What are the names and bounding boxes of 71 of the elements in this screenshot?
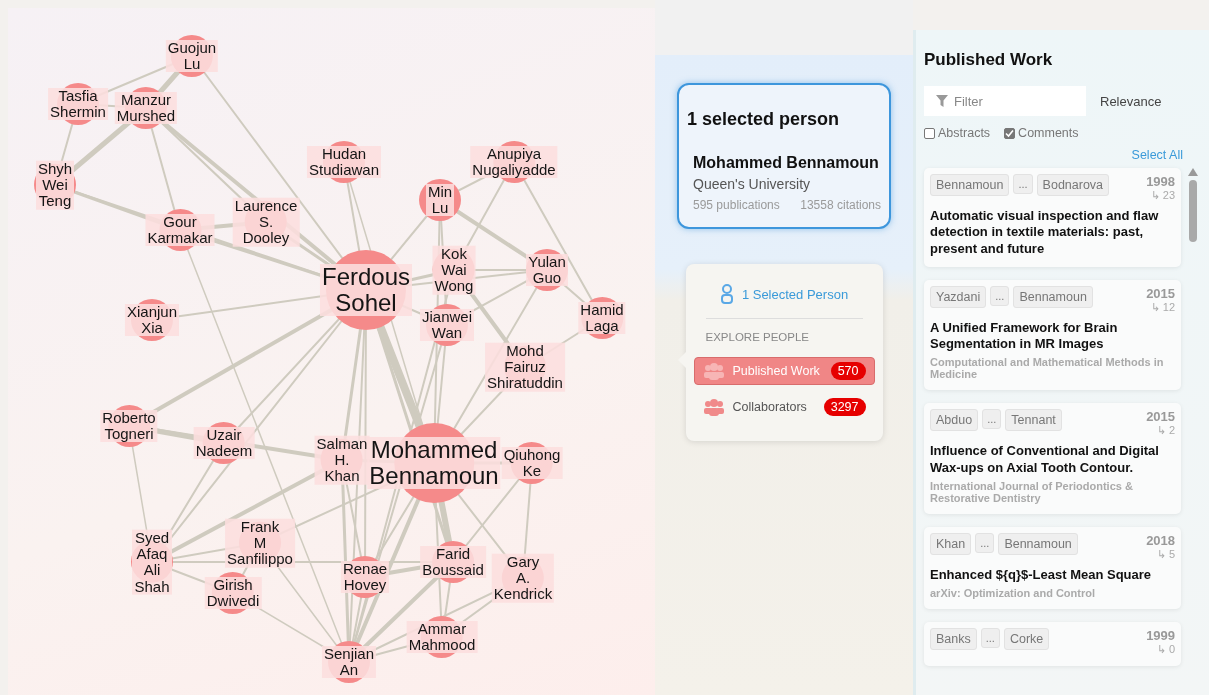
- selection-heading: 1 selected person: [687, 109, 841, 130]
- more-authors-chip[interactable]: ...: [975, 532, 995, 553]
- author-chip[interactable]: Bodnarova: [1036, 174, 1110, 196]
- checkbox[interactable]: [1004, 127, 1016, 139]
- citation-count: ↳ 23: [1150, 189, 1176, 202]
- more-authors-chip[interactable]: ...: [980, 628, 1000, 648]
- paper-card[interactable]: Bennamoun ... Bodnarova 1998 ↳ 23 Automatic visual inspection and flaw detection in textile materials: past, present and future: [924, 168, 1182, 267]
- author-chip[interactable]: Corke: [1003, 628, 1050, 650]
- scroll-up-icon[interactable]: [1188, 168, 1198, 176]
- paper-title: Enhanced ${q}$-Least Mean Square: [930, 566, 1153, 583]
- person-node[interactable]: Kok Wai Wong: [432, 245, 476, 295]
- explore-item[interactable]: Published Work 570: [693, 357, 875, 385]
- publication-count: 595 publications: [693, 198, 780, 212]
- paper-venue: International Journal of Periodontics & Restorative Dentistry: [930, 479, 1134, 504]
- citation-count: ↳ 0: [1156, 643, 1176, 656]
- citation-count: ↳ 2: [1156, 424, 1176, 438]
- person-node[interactable]: Shyh Wei Teng: [34, 160, 76, 210]
- person-node[interactable]: Syed Afaq Ali Shah: [131, 529, 173, 595]
- explore-label: Collaborators: [732, 400, 808, 414]
- person-node[interactable]: Gary A. Kendrick: [491, 553, 555, 603]
- option-label[interactable]: Comments: [1018, 126, 1079, 140]
- author-chip[interactable]: Bennamoun: [998, 532, 1078, 555]
- paper-card[interactable]: Yazdani ... Bennamoun 2015 ↳ 12 A Unified Framework for Brain Segmentation in MR Images Computational and Mathematical Methods in Medicine: [924, 279, 1182, 391]
- paper-year: 2015: [1146, 285, 1176, 301]
- sort-dropdown[interactable]: Relevance: [1100, 93, 1162, 109]
- explore-item[interactable]: Collaborators 3297: [693, 393, 875, 421]
- people-icon: [702, 362, 725, 380]
- count-badge: 3297: [823, 398, 866, 416]
- filter-icon: [936, 95, 948, 107]
- author-chip[interactable]: Abduo: [930, 409, 979, 432]
- paper-card[interactable]: Khan ... Bennamoun 2018 ↳ 5 Enhanced ${q}$-Least Mean Square arXiv: Optimization and Control: [924, 526, 1182, 609]
- author-chip[interactable]: Tennant: [1005, 409, 1062, 432]
- author-chip[interactable]: Yazdani: [930, 285, 987, 308]
- affiliation: Queen's University: [693, 176, 812, 192]
- author-chip[interactable]: Khan: [930, 532, 972, 555]
- paper-title: Automatic visual inspection and flaw detection in textile materials: past, present and future: [930, 208, 1160, 257]
- author-chip[interactable]: Bennamoun: [930, 174, 1010, 196]
- person-node[interactable]: Frank M Sanfilippo: [225, 518, 295, 568]
- paper-venue: arXiv: Optimization and Control: [930, 587, 1096, 599]
- option-label[interactable]: Abstracts: [938, 126, 991, 140]
- more-authors-chip[interactable]: ...: [982, 409, 1002, 430]
- citation-count: ↳ 5: [1156, 547, 1176, 561]
- person-node[interactable]: Laurence S. Dooley: [232, 197, 300, 247]
- person-name: Mohammed Bennamoun: [693, 154, 880, 172]
- filter-field[interactable]: Filter: [924, 86, 1086, 116]
- citation-count: ↳ 12: [1150, 300, 1176, 314]
- scrollbar-thumb[interactable]: [1189, 180, 1197, 242]
- explore-label: Published Work: [732, 364, 821, 378]
- citation-count: 13558 citations: [800, 198, 881, 212]
- paper-year: 2018: [1146, 532, 1176, 548]
- paper-year: 1998: [1146, 174, 1176, 189]
- count-badge: 570: [830, 362, 866, 380]
- paper-card[interactable]: Abduo ... Tennant 2015 ↳ 2 Influence of Conventional and Digital Wax-ups on Axial Tooth Contour. International Journal of Periodontics & Restorative Dentistry: [924, 403, 1182, 514]
- section-heading: EXPLORE PEOPLE: [705, 331, 811, 343]
- paper-card[interactable]: Banks ... Corke 1999 ↳ 0: [924, 622, 1182, 666]
- more-authors-chip[interactable]: ...: [1013, 174, 1033, 194]
- panel-title: Published Work: [924, 50, 1054, 70]
- person-node[interactable]: Salman H. Khan: [314, 435, 370, 485]
- people-icon: [702, 398, 725, 416]
- author-chip[interactable]: Banks: [930, 628, 977, 650]
- checkbox[interactable]: [924, 127, 935, 139]
- more-authors-chip[interactable]: ...: [990, 285, 1010, 306]
- paper-title: A Unified Framework for Brain Segmentation in MR Images: [930, 319, 1119, 353]
- paper-venue: Computational and Mathematical Methods in Medicine: [930, 356, 1165, 381]
- paper-title: Influence of Conventional and Digital Wax-ups on Axial Tooth Contour.: [930, 443, 1160, 476]
- person-node[interactable]: Mohd Fairuz Shiratuddin: [485, 342, 565, 392]
- paper-year: 1999: [1146, 628, 1176, 643]
- person-icon: [719, 284, 734, 304]
- check-icon: [1005, 128, 1015, 138]
- author-chip[interactable]: Bennamoun: [1013, 285, 1093, 308]
- paper-year: 2015: [1146, 409, 1176, 425]
